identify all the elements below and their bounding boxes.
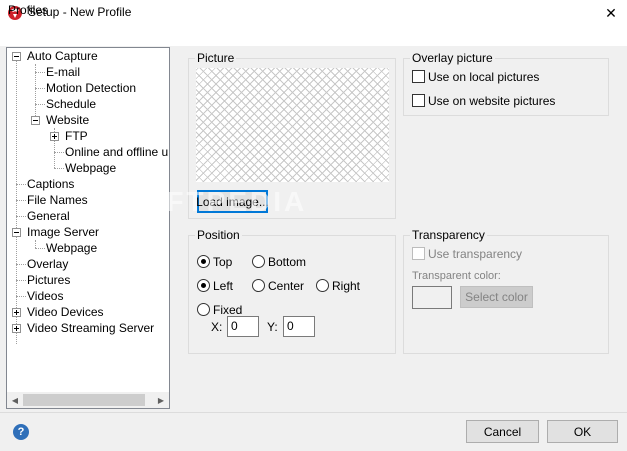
right-radio[interactable] [316,279,329,292]
scroll-left-glyph: ◀ [11,395,19,405]
fixed-radio[interactable] [197,303,210,316]
tree-line [35,248,45,249]
tree-line [54,152,64,153]
tree-item-ftp[interactable]: FTP [65,128,88,144]
tree-item-email[interactable]: E-mail [46,64,80,80]
cancel-button[interactable]: Cancel [466,420,539,443]
collapse-icon[interactable] [12,228,21,237]
tree-item-image-server[interactable]: Image Server [27,224,99,240]
tree-item-webpage[interactable]: Webpage [65,160,116,176]
footer-separator [0,412,627,413]
tree-line [16,200,26,201]
watermark-text: SOFTPEDIA [120,186,308,217]
tree-line [16,296,26,297]
close-icon: ✕ [605,4,617,21]
help-icon[interactable]: ? [13,424,29,440]
tree-item-videos[interactable]: Videos [27,288,63,304]
tree-line [16,184,26,185]
overlay-group-title: Overlay picture [410,51,495,65]
scroll-left-icon[interactable]: ◀ [7,392,23,408]
ok-button[interactable]: OK [547,420,618,443]
right-label[interactable]: Right [332,279,360,293]
center-label[interactable]: Center [268,279,304,293]
collapse-icon[interactable] [31,116,40,125]
tree-item-schedule[interactable]: Schedule [46,96,96,112]
top-label[interactable]: Top [213,255,232,269]
picture-preview [196,68,389,182]
close-button[interactable]: ✕ [598,1,624,25]
collapse-icon[interactable] [12,52,21,61]
help-glyph: ? [17,426,25,438]
transparency-group-title: Transparency [410,228,487,242]
bottom-radio[interactable] [252,255,265,268]
tree-line [16,280,26,281]
tree-line [35,104,45,105]
tree-item-motion-detection[interactable]: Motion Detection [46,80,136,96]
tree-item-website[interactable]: Website [46,112,89,128]
transparency-group: Transparency Use transparency Transparen… [403,228,609,354]
tree-line [35,240,36,248]
tree-item-online-offline-upload[interactable]: Online and offline uplo [65,144,169,160]
use-on-website-label[interactable]: Use on website pictures [428,94,555,108]
x-label: X: [211,320,223,334]
menu-bar [0,26,627,46]
tree-item-file-names[interactable]: File Names [27,192,88,208]
use-on-local-checkbox[interactable] [412,70,425,83]
expand-icon[interactable] [50,132,59,141]
use-on-local-label[interactable]: Use on local pictures [428,70,539,84]
y-label: Y: [267,320,278,334]
overlay-picture-group: Overlay picture Use on local pictures Us… [403,51,609,116]
transparent-color-swatch[interactable] [412,286,452,309]
select-color-button[interactable]: Select color [460,286,533,308]
scrollbar-thumb[interactable] [23,394,145,406]
tree-content: Auto Capture E-mail Motion Detection Sch… [7,48,169,392]
position-group-title: Position [195,228,242,242]
x-input[interactable]: 0 [227,316,259,337]
use-transparency-label[interactable]: Use transparency [428,247,522,261]
settings-tree[interactable]: Auto Capture E-mail Motion Detection Sch… [6,47,170,409]
tree-item-image-server-webpage[interactable]: Webpage [46,240,97,256]
use-transparency-checkbox[interactable] [412,247,425,260]
center-radio[interactable] [252,279,265,292]
fixed-label[interactable]: Fixed [213,303,242,317]
expand-icon[interactable] [12,308,21,317]
scroll-right-glyph: ▶ [157,395,165,405]
use-on-website-checkbox[interactable] [412,94,425,107]
expand-icon[interactable] [12,324,21,333]
tree-item-pictures[interactable]: Pictures [27,272,70,288]
tree-item-video-devices[interactable]: Video Devices [27,304,104,320]
bottom-label[interactable]: Bottom [268,255,306,269]
position-group: Position Top Bottom Left Center Right Fi… [188,228,396,354]
tree-line [54,168,64,169]
tree-line [35,72,45,73]
left-label[interactable]: Left [213,279,233,293]
tree-line [16,216,26,217]
tree-line [35,88,45,89]
picture-group-title: Picture [195,51,237,65]
top-radio[interactable] [197,255,210,268]
tree-horizontal-scrollbar[interactable]: ◀ ▶ [7,392,169,408]
left-radio[interactable] [197,279,210,292]
tree-item-auto-capture[interactable]: Auto Capture [27,48,98,64]
menu-profiles[interactable]: Profiles [8,3,48,17]
y-input[interactable]: 0 [283,316,315,337]
tree-item-overlay[interactable]: Overlay [27,256,68,272]
transparent-color-label: Transparent color: [412,270,501,282]
tree-item-captions[interactable]: Captions [27,176,74,192]
tree-item-general[interactable]: General [27,208,70,224]
tree-line [16,264,26,265]
tree-item-video-streaming-server[interactable]: Video Streaming Server [27,320,154,336]
scroll-right-icon[interactable]: ▶ [153,392,169,408]
